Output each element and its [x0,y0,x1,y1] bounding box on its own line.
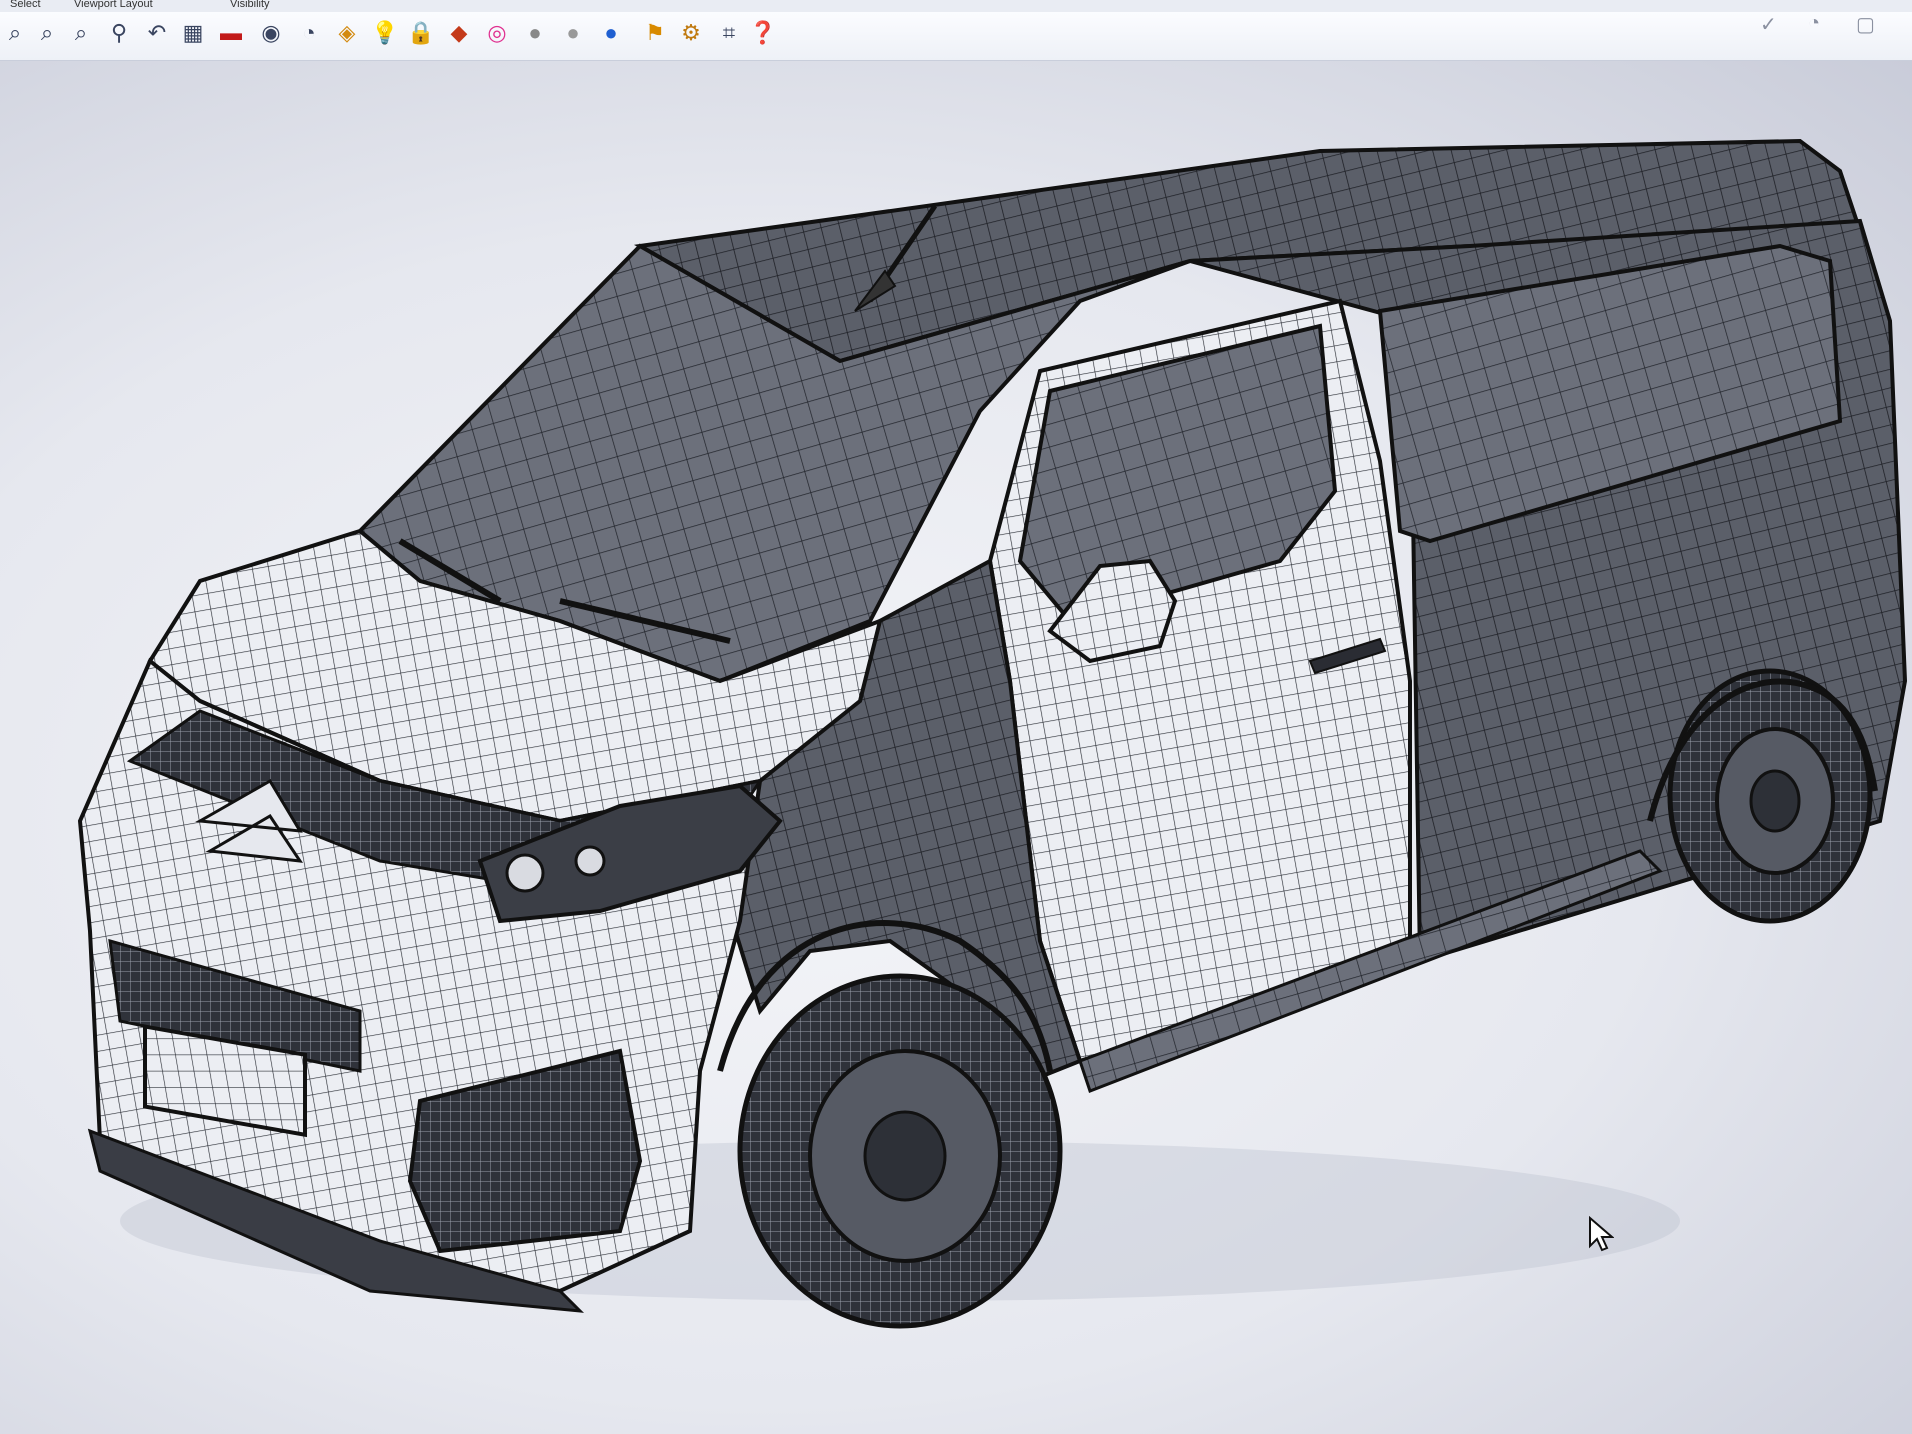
grid-snap-icon[interactable]: ⌗ [714,18,744,48]
help-icon[interactable]: ❓ [748,18,778,48]
window-icon[interactable]: ▢ [1856,12,1886,36]
flag-icon[interactable]: ⚑ [640,18,670,48]
hide-icon[interactable]: ◉ [256,18,286,48]
material-icon[interactable]: ◆ [444,18,474,48]
menu-viewport-layout[interactable]: Viewport Layout [74,0,153,10]
menu-visibility[interactable]: Visibility [230,0,270,10]
car-icon[interactable]: ▬ [216,18,246,48]
van-wireframe-mesh [77,138,1908,1329]
rhino-app-window: Select Viewport Layout Visibility ⌕ ⌕ ⌕ … [0,0,1912,1434]
lock-icon[interactable]: 🔒 [406,18,436,48]
four-viewports-icon[interactable]: ▦ [178,18,208,48]
color-wheel-icon[interactable]: ◎ [482,18,512,48]
zoom-extents-icon[interactable]: ⌕ [32,18,62,48]
layer-icon[interactable]: ◈ [332,18,362,48]
undo-view-icon[interactable]: ↶ [142,18,172,48]
show-icon[interactable]: ◔ [294,18,324,48]
options-gear-icon[interactable]: ⚙ [676,18,706,48]
zoom-selected-icon[interactable]: ⌕ [66,18,96,48]
tools-icon[interactable]: ◔ [1808,12,1838,34]
menu-select[interactable]: Select [10,0,41,10]
light-bulb-icon[interactable]: 💡 [370,18,400,48]
check-icon[interactable]: ✓ [1760,12,1790,36]
blue-sphere-icon[interactable]: ● [596,18,626,48]
rendered-sphere-icon[interactable]: ● [558,18,588,48]
shaded-sphere-icon[interactable]: ● [520,18,550,48]
zoom-window-icon[interactable]: ⌕ [0,18,30,48]
perspective-viewport[interactable] [0,61,1912,1434]
main-toolbar: ⌕ ⌕ ⌕ ⚲ ↶ ▦ ▬ ◉ ◔ ◈ 💡 🔒 ◆ ◎ ● ● ● ⚑ ⚙ ⌗ … [0,12,1912,61]
zoom-dynamic-icon[interactable]: ⚲ [104,18,134,48]
